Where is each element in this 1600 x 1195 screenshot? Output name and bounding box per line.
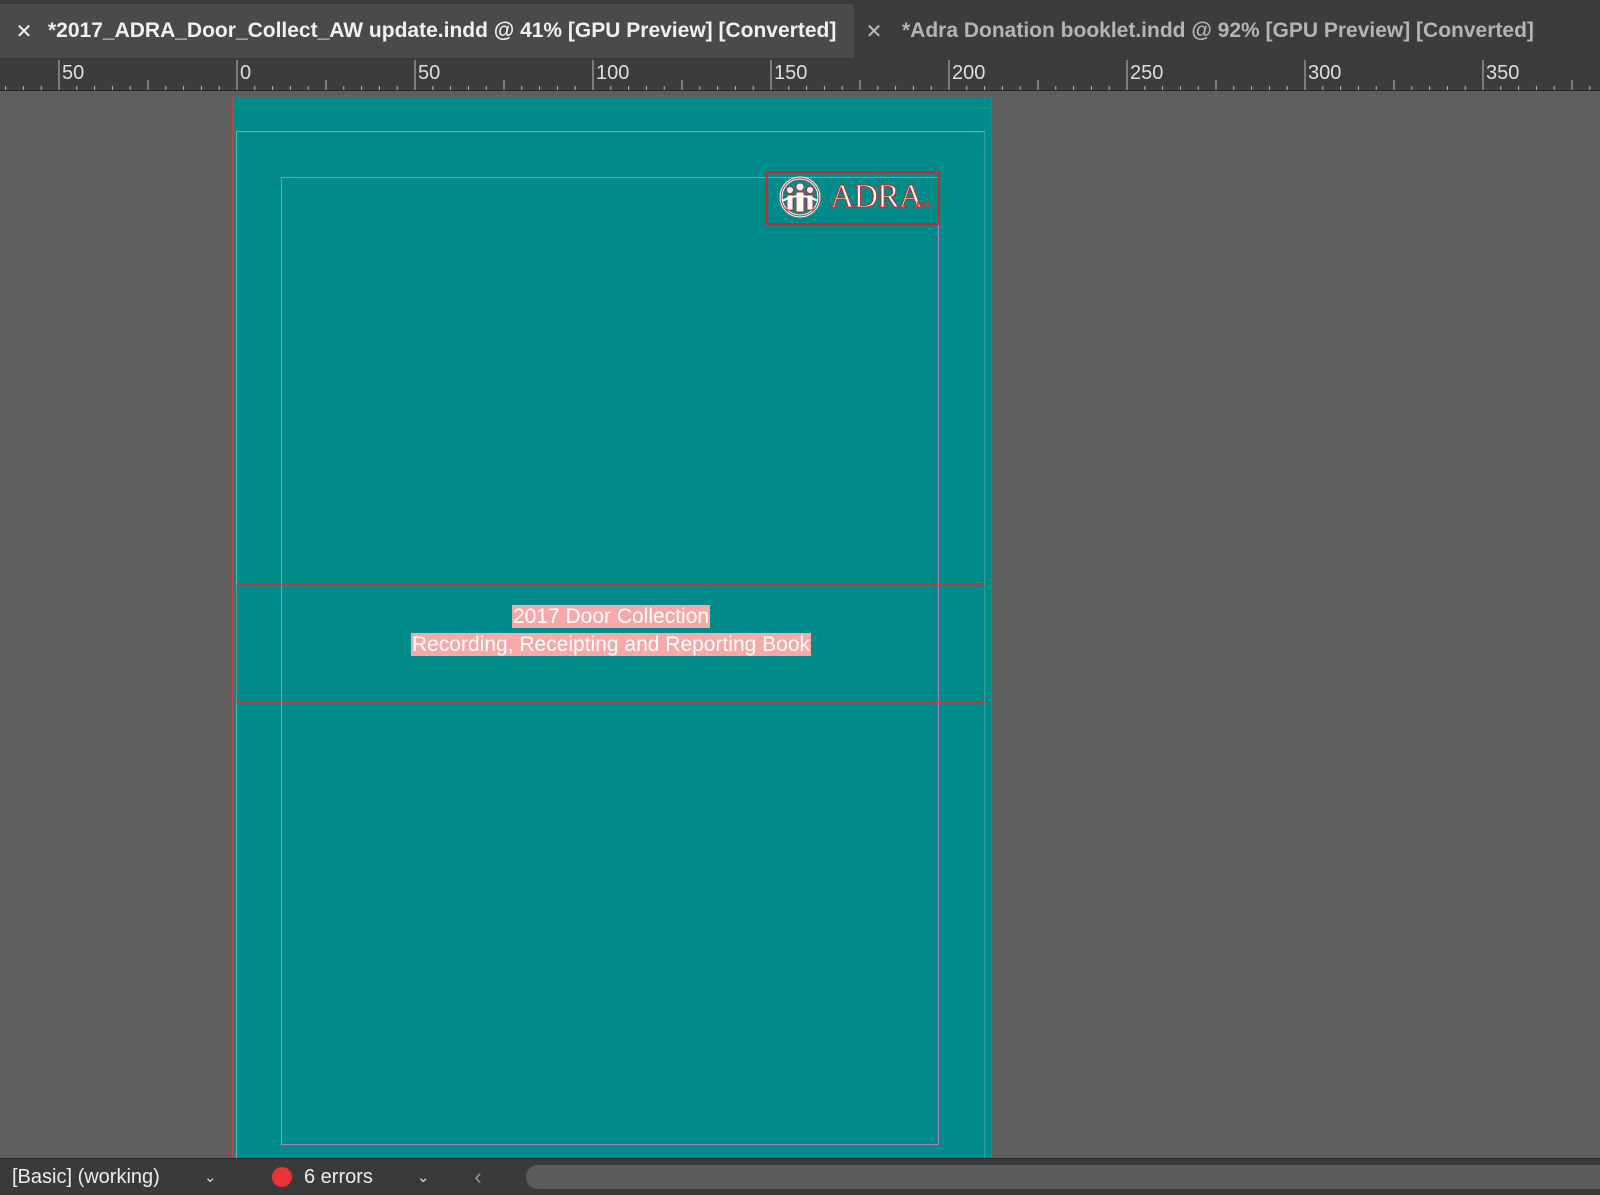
tab-donation-booklet[interactable]: ✕ *Adra Donation booklet.indd @ 92% [GPU…: [856, 4, 1600, 58]
horizontal-ruler[interactable]: 50 0 50 100 150 200 250 300 350: [0, 60, 1600, 91]
selected-text[interactable]: 2017 Door Collection: [511, 605, 711, 628]
scroll-left-button[interactable]: ‹: [448, 1159, 508, 1195]
ruler-label: 200: [952, 62, 986, 84]
logo-wordmark: ADRA: [829, 178, 923, 216]
close-tab-icon[interactable]: ✕: [856, 19, 892, 44]
logo-suffix: UK: [916, 199, 933, 211]
chevron-down-icon[interactable]: ⌄: [417, 1168, 430, 1186]
tab-door-collect[interactable]: ✕ *2017_ADRA_Door_Collect_AW update.indd…: [0, 4, 854, 58]
ruler-label: 350: [1486, 62, 1520, 84]
ruler-label: 50: [418, 62, 441, 84]
error-count: 6 errors: [304, 1165, 373, 1188]
ruler-label: 250: [1130, 62, 1164, 84]
adra-logo-icon: [779, 176, 821, 218]
preflight-profile-menu[interactable]: [Basic] (working) ⌄: [0, 1159, 248, 1195]
ruler-label: 300: [1308, 62, 1342, 84]
chevron-left-icon: ‹: [474, 1164, 482, 1189]
headline-line-1: 2017 Door Collection: [237, 605, 985, 629]
document-tab-bar: ✕ *2017_ADRA_Door_Collect_AW update.indd…: [0, 0, 1600, 61]
ruler-label: 50: [62, 62, 85, 84]
ruler-label: 150: [774, 62, 808, 84]
ruler-label: 0: [240, 62, 252, 84]
close-tab-icon[interactable]: ✕: [0, 19, 48, 44]
document-page[interactable]: ADRA UK 2017 Door Collection Recording, …: [232, 97, 992, 1162]
tab-title: *Adra Donation booklet.indd @ 92% [GPU P…: [902, 19, 1534, 42]
horizontal-scrollbar[interactable]: [526, 1165, 1600, 1189]
tab-title: *2017_ADRA_Door_Collect_AW update.indd @…: [48, 19, 837, 42]
ruler-label: 100: [596, 62, 630, 84]
logo-frame[interactable]: ADRA UK: [766, 171, 940, 225]
chevron-down-icon[interactable]: ⌄: [204, 1168, 217, 1186]
title-text-frame[interactable]: 2017 Door Collection Recording, Receipti…: [236, 584, 986, 703]
error-indicator-icon: [272, 1167, 292, 1187]
pasteboard[interactable]: ADRA UK 2017 Door Collection Recording, …: [0, 91, 1600, 1162]
preflight-profile-label: [Basic] (working): [12, 1165, 160, 1188]
headline-line-2: Recording, Receipting and Reporting Book: [237, 633, 985, 657]
preflight-errors[interactable]: 6 errors ⌄: [248, 1159, 448, 1195]
selected-text[interactable]: Recording, Receipting and Reporting Book: [410, 633, 812, 656]
status-bar: [Basic] (working) ⌄ 6 errors ⌄ ‹: [0, 1158, 1600, 1195]
